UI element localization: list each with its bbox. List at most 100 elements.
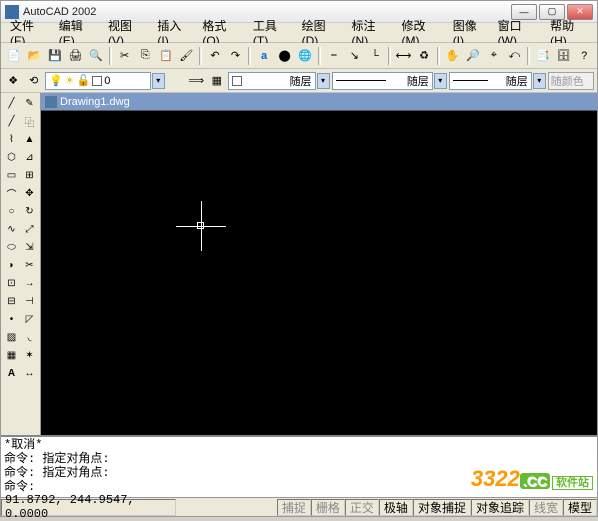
- osnap-from-icon[interactable]: ↘: [345, 46, 365, 66]
- today-icon[interactable]: a: [254, 46, 274, 66]
- rectangle-icon[interactable]: ▭: [3, 167, 20, 184]
- mode-grid[interactable]: 栅格: [311, 499, 345, 516]
- chevron-down-icon[interactable]: ▾: [434, 73, 447, 89]
- pan-icon[interactable]: ✋: [443, 46, 463, 66]
- zoom-win-icon[interactable]: ⌖: [484, 46, 504, 66]
- mirror-icon[interactable]: ▲: [21, 131, 38, 148]
- polygon-icon[interactable]: ⬡: [3, 149, 20, 166]
- separator-icon: [437, 47, 440, 65]
- lengthen-icon[interactable]: ↔: [21, 365, 38, 382]
- mode-otrack[interactable]: 对象追踪: [471, 499, 529, 516]
- region-icon[interactable]: ▦: [3, 347, 20, 364]
- separator-icon: [248, 47, 251, 65]
- save-icon[interactable]: 💾: [45, 46, 65, 66]
- document-titlebar[interactable]: Drawing1.dwg: [41, 93, 597, 111]
- move-icon[interactable]: ✥: [21, 185, 38, 202]
- make-current-icon[interactable]: ⟹: [187, 71, 205, 91]
- matchprops-icon[interactable]: 🖌: [177, 46, 197, 66]
- print-icon[interactable]: 🖨: [66, 46, 86, 66]
- mode-ortho[interactable]: 正交: [345, 499, 379, 516]
- undo-icon[interactable]: ↶: [205, 46, 225, 66]
- circle-icon[interactable]: ○: [3, 203, 20, 220]
- zoom-prev-icon[interactable]: ⤺: [505, 46, 525, 66]
- ellipse-arc-icon[interactable]: ◗: [3, 257, 20, 274]
- browser-icon[interactable]: 🌐: [295, 46, 315, 66]
- chamfer-icon[interactable]: ◸: [21, 311, 38, 328]
- draw-modify-toolbar: ╱✎ ╱⿻ ⌇▲ ⬡⊿ ▭⊞ ⌒✥ ○↻ ∿⤢ ⬭⇲ ◗✂ ⊡→ ⊟⊣ •◸ ▨…: [1, 93, 41, 435]
- cut-icon[interactable]: ✂: [115, 46, 135, 66]
- explode-icon[interactable]: ✶: [21, 347, 38, 364]
- work-area: ╱✎ ╱⿻ ⌇▲ ⬡⊿ ▭⊞ ⌒✥ ○↻ ∿⤢ ⬭⇲ ◗✂ ⊡→ ⊟⊣ •◸ ▨…: [1, 93, 597, 435]
- xline-icon[interactable]: ╱: [3, 113, 20, 130]
- scale-icon[interactable]: ⤢: [21, 221, 38, 238]
- properties-icon[interactable]: 📑: [533, 46, 553, 66]
- arc-icon[interactable]: ⌒: [3, 185, 20, 202]
- color-dropdown[interactable]: 随层: [228, 72, 316, 90]
- redraw-icon[interactable]: ♻: [414, 46, 434, 66]
- mode-polar[interactable]: 极轴: [379, 499, 413, 516]
- offset-icon[interactable]: ⊿: [21, 149, 38, 166]
- separator-icon: [527, 47, 530, 65]
- lineweight-sample: [453, 80, 488, 81]
- redo-icon[interactable]: ↷: [226, 46, 246, 66]
- layer-manage-icon[interactable]: ❖: [4, 71, 22, 91]
- layer-dropdown[interactable]: 💡 ☀ 🔓 0: [45, 72, 151, 90]
- dist-icon[interactable]: ⟷: [394, 46, 414, 66]
- preview-icon[interactable]: 🔍: [86, 46, 106, 66]
- trim-icon[interactable]: ✂: [21, 257, 38, 274]
- copy-obj-icon[interactable]: ⿻: [21, 113, 38, 130]
- linetype-sample: [336, 80, 386, 81]
- mode-lwt[interactable]: 线宽: [529, 499, 563, 516]
- new-icon[interactable]: 📄: [4, 46, 24, 66]
- command-line: 命令:: [4, 480, 594, 494]
- block-make-icon[interactable]: ⊟: [3, 293, 20, 310]
- plotstyle-dropdown[interactable]: 随颜色: [548, 72, 594, 90]
- paste-icon[interactable]: 📋: [156, 46, 176, 66]
- point-icon[interactable]: •: [3, 311, 20, 328]
- separator-icon: [109, 47, 112, 65]
- block-insert-icon[interactable]: ⊡: [3, 275, 20, 292]
- linetype-dropdown[interactable]: 随层: [332, 72, 433, 90]
- mtext-icon[interactable]: A: [3, 365, 20, 382]
- sun-icon: ☀: [65, 74, 75, 87]
- menubar: 文件(F) 编辑(E) 视图(V) 插入(I) 格式(O) 工具(T) 绘图(D…: [1, 23, 597, 43]
- zoom-rt-icon[interactable]: 🔎: [463, 46, 483, 66]
- open-icon[interactable]: 📂: [25, 46, 45, 66]
- rotate-icon[interactable]: ↻: [21, 203, 38, 220]
- mode-osnap[interactable]: 对象捕捉: [413, 499, 471, 516]
- pointa-icon[interactable]: ⬤: [275, 46, 295, 66]
- ellipse-icon[interactable]: ⬭: [3, 239, 20, 256]
- document-title: Drawing1.dwg: [60, 96, 130, 108]
- erase-icon[interactable]: ✎: [21, 95, 38, 112]
- layer-prev-icon[interactable]: ⟲: [24, 71, 42, 91]
- stretch-icon[interactable]: ⇲: [21, 239, 38, 256]
- array-icon[interactable]: ⊞: [21, 167, 38, 184]
- lineweight-dropdown[interactable]: 随层: [449, 72, 532, 90]
- canvas-wrap: Drawing1.dwg: [41, 93, 597, 435]
- standard-toolbar: 📄 📂 💾 🖨 🔍 ✂ ⎘ 📋 🖌 ↶ ↷ a ⬤ 🌐 ⎯ ↘ └ ⟷ ♻ ✋ …: [1, 43, 597, 69]
- mode-model[interactable]: 模型: [563, 499, 597, 516]
- spline-icon[interactable]: ∿: [3, 221, 20, 238]
- mode-snap[interactable]: 捕捉: [277, 499, 311, 516]
- command-window[interactable]: *取消* 命令: 指定对角点: 命令: 指定对角点: 命令:: [1, 435, 597, 497]
- break-icon[interactable]: ⊣: [21, 293, 38, 310]
- tracking-icon[interactable]: ⎯: [324, 46, 344, 66]
- app-window: AutoCAD 2002 — ▢ ✕ 文件(F) 编辑(E) 视图(V) 插入(…: [0, 0, 598, 517]
- extend-icon[interactable]: →: [21, 275, 38, 292]
- drawing-canvas[interactable]: [41, 111, 597, 435]
- chevron-down-icon[interactable]: ▾: [533, 73, 546, 89]
- dbconnect-icon[interactable]: 🗄: [554, 46, 574, 66]
- line-icon[interactable]: ╱: [3, 95, 20, 112]
- coordinate-display[interactable]: 91.8792, 244.9547, 0.0000: [1, 499, 176, 516]
- fillet-icon[interactable]: ◟: [21, 329, 38, 346]
- layer-icon[interactable]: ▦: [208, 71, 226, 91]
- document-icon: [45, 96, 57, 108]
- chevron-down-icon[interactable]: ▾: [317, 73, 330, 89]
- ucs-icon[interactable]: └: [365, 46, 385, 66]
- copy-icon[interactable]: ⎘: [135, 46, 155, 66]
- pline-icon[interactable]: ⌇: [3, 131, 20, 148]
- hatch-icon[interactable]: ▨: [3, 329, 20, 346]
- chevron-down-icon[interactable]: ▾: [152, 73, 165, 89]
- help-icon[interactable]: ?: [574, 46, 594, 66]
- statusbar: 91.8792, 244.9547, 0.0000 捕捉 栅格 正交 极轴 对象…: [1, 497, 597, 516]
